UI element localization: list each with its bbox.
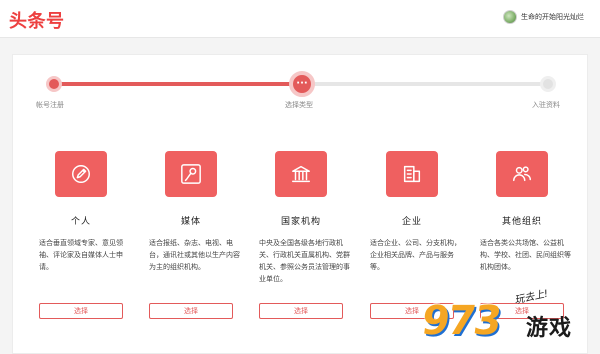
top-bar: 头条号 生命的开始阳光灿烂 bbox=[0, 0, 600, 38]
group-icon[interactable] bbox=[496, 151, 548, 197]
step-dot-profile bbox=[540, 76, 556, 92]
step-dot-register bbox=[46, 76, 62, 92]
card-title: 其他组织 bbox=[501, 217, 542, 227]
card-title: 个人 bbox=[70, 217, 91, 227]
watermark-tagline: 玩去上! bbox=[513, 288, 550, 307]
step-label-profile: 入驻资料 bbox=[532, 101, 560, 109]
step-label-select-type: 选择类型 bbox=[285, 101, 313, 109]
step-dot-select-type: ··· bbox=[289, 71, 315, 97]
type-card-government: 国家机构 中央及全国各级各地行政机关、行政机关直属机构、党群机关、参照公务员法管… bbox=[259, 151, 359, 351]
watermark-number: 973 bbox=[418, 298, 503, 344]
pen-icon[interactable] bbox=[55, 151, 107, 197]
select-government-button[interactable]: 选择 bbox=[259, 303, 343, 319]
avatar[interactable] bbox=[503, 10, 517, 24]
card-title: 国家机构 bbox=[280, 217, 321, 227]
card-description: 适合垂直领域专家、意见领袖、评论家及自媒体人士申请。 bbox=[39, 239, 123, 271]
institution-icon[interactable] bbox=[275, 151, 327, 197]
card-description: 中央及全国各级各地行政机关、行政机关直属机构、党群机关、参照公务员法管理的事业单… bbox=[259, 239, 350, 283]
card-description: 适合报纸、杂志、电视、电台，通讯社或其他以生产内容为主的组织机构。 bbox=[149, 239, 240, 271]
progress-fill bbox=[53, 82, 301, 86]
type-card-personal: 个人 适合垂直领域专家、意见领袖、评论家及自媒体人士申请。 选择 bbox=[39, 151, 139, 351]
select-personal-button[interactable]: 选择 bbox=[39, 303, 123, 319]
building-icon[interactable] bbox=[386, 151, 438, 197]
select-media-button[interactable]: 选择 bbox=[149, 303, 233, 319]
site-watermark: 玩去上! 973 游戏 bbox=[418, 288, 600, 350]
username[interactable]: 生命的开始阳光灿烂 bbox=[521, 12, 584, 22]
card-title: 企业 bbox=[401, 217, 422, 227]
card-description: 适合企业、公司、分支机构，企业相关品牌、产品与服务等。 bbox=[370, 239, 461, 271]
step-label-register: 帐号注册 bbox=[36, 101, 64, 109]
user-menu[interactable]: 生命的开始阳光灿烂 bbox=[503, 10, 584, 24]
app-logo[interactable]: 头条号 bbox=[9, 7, 65, 33]
watermark-text: 游戏 bbox=[526, 316, 573, 341]
card-description: 适合各类公共场馆、公益机构、学校、社团、民间组织等机构团体。 bbox=[480, 239, 571, 271]
card-title: 媒体 bbox=[180, 217, 201, 227]
type-card-media: 媒体 适合报纸、杂志、电视、电台，通讯社或其他以生产内容为主的组织机构。 选择 bbox=[149, 151, 249, 351]
microphone-icon[interactable] bbox=[165, 151, 217, 197]
